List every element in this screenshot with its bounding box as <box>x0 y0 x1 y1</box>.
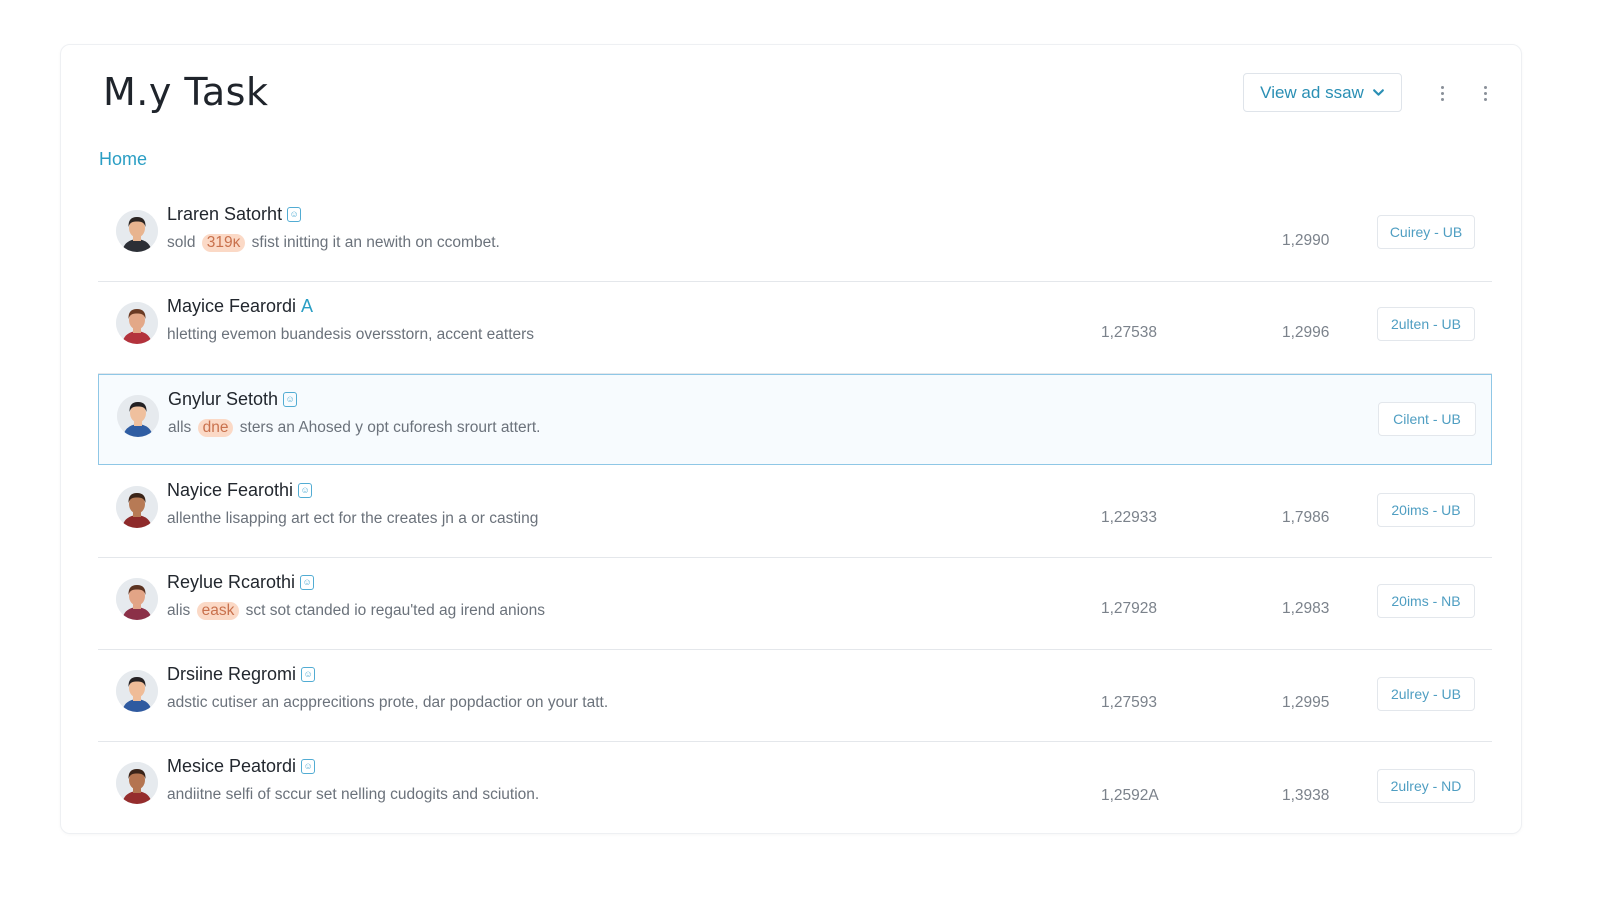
breadcrumb-home[interactable]: Home <box>99 149 147 170</box>
task-row[interactable]: Lraren Satorht ☺ sold 319κ sfist initting … <box>98 190 1492 282</box>
description-text: sters an Ahosed y opt cuforesh srourt at… <box>235 419 541 436</box>
task-assignee-name[interactable]: Mesice Peatordi ☺ <box>167 756 316 777</box>
metric-value-1: 1,2592A <box>1101 787 1159 804</box>
task-row[interactable]: Mayice Fearordi Ahletting evemon buandesi… <box>98 282 1492 374</box>
task-row[interactable]: Drsiine Regromi ☺ adstic cutiser an acppre… <box>98 650 1492 742</box>
chevron-down-icon <box>1372 89 1384 96</box>
user-tag-icon: ☺ <box>287 207 302 222</box>
task-description: hletting evemon buandesis oversstorn, ac… <box>167 326 534 344</box>
page-title: M.y Task <box>103 70 269 114</box>
description-text: alis <box>167 602 195 619</box>
description-text: sfist initting it an newith on ccombet. <box>247 234 500 251</box>
status-badge[interactable]: 2ulrey - ND <box>1377 769 1475 803</box>
assignee-name-text: Mayice Fearordi <box>167 296 297 316</box>
task-description: allenthe lisapping art ect for the creat… <box>167 510 538 528</box>
user-tag-icon: ☺ <box>283 392 298 407</box>
user-tag-icon: ☺ <box>301 667 316 682</box>
status-badge[interactable]: 20ims - NB <box>1377 584 1475 618</box>
task-row[interactable]: Nayice Fearothi ☺ allenthe lisapping art e… <box>98 466 1492 558</box>
task-assignee-name[interactable]: Drsiine Regromi ☺ <box>167 664 316 685</box>
status-badge[interactable]: 20ims - UB <box>1377 493 1475 527</box>
task-description: sold 319κ sfist initting it an newith on… <box>167 234 500 252</box>
user-tag-icon: ☺ <box>301 759 316 774</box>
task-description: andiitne selfi of sccur set nelling cudo… <box>167 786 539 804</box>
task-assignee-name[interactable]: Lraren Satorht ☺ <box>167 204 302 225</box>
status-badge[interactable]: Cuirey - UB <box>1377 215 1475 249</box>
user-tag-icon: ☺ <box>300 575 315 590</box>
task-row[interactable]: Mesice Peatordi ☺ andiitne selfi of sccur … <box>98 742 1492 834</box>
description-text: hletting evemon buandesis oversstorn, ac… <box>167 326 535 343</box>
more-options-icon[interactable] <box>1477 80 1493 106</box>
metric-value-2: 1,7986 <box>1282 509 1330 526</box>
metric-value-1: 1,27593 <box>1101 694 1158 711</box>
task-row[interactable]: Gnylur Setoth ☺ alls dne sters an Ahosed y… <box>98 374 1492 465</box>
assignee-name-text: Drsiine Regromi <box>167 664 297 684</box>
task-description: alis eask sct sot ctanded io regau'ted a… <box>167 602 545 620</box>
highlight-badge: 319κ <box>201 234 246 252</box>
assignee-name-text: Reylue Rcarothi <box>167 572 296 592</box>
avatar <box>116 302 158 344</box>
highlight-badge: eask <box>196 602 240 620</box>
metric-value-2: 1,3938 <box>1282 787 1330 804</box>
avatar <box>116 578 158 620</box>
metric-value-2: 1,2990 <box>1282 232 1330 249</box>
task-row[interactable]: Reylue Rcarothi ☺ alis eask sct sot ctande… <box>98 558 1492 650</box>
avatar <box>116 486 158 528</box>
task-assignee-name[interactable]: Nayice Fearothi ☺ <box>167 480 313 501</box>
status-badge[interactable]: Cilent - UB <box>1378 402 1476 436</box>
avatar <box>116 670 158 712</box>
status-badge[interactable]: 2ulten - UB <box>1377 307 1475 341</box>
user-tag-icon: ☺ <box>298 483 313 498</box>
metric-value-2: 1,2996 <box>1282 324 1330 341</box>
avatar <box>116 210 158 252</box>
metric-value-1: 1,27928 <box>1101 600 1158 617</box>
description-text: sct sot ctanded io regau'ted ag irend an… <box>241 602 546 619</box>
task-assignee-name[interactable]: Gnylur Setoth ☺ <box>168 389 298 410</box>
description-text: sold <box>167 234 200 251</box>
assignee-name-text: Nayice Fearothi <box>167 480 294 500</box>
avatar <box>116 762 158 804</box>
description-text: andiitne selfi of sccur set nelling cudo… <box>167 786 540 803</box>
highlight-badge: dne <box>197 419 234 437</box>
avatar <box>117 395 159 437</box>
task-assignee-name[interactable]: Reylue Rcarothi ☺ <box>167 572 315 593</box>
metric-value-2: 1,2983 <box>1282 600 1330 617</box>
metric-value-1: 1,22933 <box>1101 509 1158 526</box>
view-dropdown-label: View ad ssaw <box>1260 82 1364 102</box>
description-text: allenthe lisapping art ect for the creat… <box>167 510 539 527</box>
description-text: alls <box>168 419 196 436</box>
metric-value-1: 1,27538 <box>1101 324 1158 341</box>
task-description: alls dne sters an Ahosed y opt cuforesh … <box>168 419 540 437</box>
view-dropdown-button[interactable]: View ad ssaw <box>1243 73 1402 112</box>
metric-value-2: 1,2995 <box>1282 694 1330 711</box>
task-description: adstic cutiser an acpprecitions prote, d… <box>167 694 608 712</box>
assignee-name-text: Gnylur Setoth <box>168 389 279 409</box>
assignee-name-text: Lraren Satorht <box>167 204 283 224</box>
task-assignee-name[interactable]: Mayice Fearordi A <box>167 296 313 317</box>
status-badge[interactable]: 2ulrey - UB <box>1377 677 1475 711</box>
description-text: adstic cutiser an acpprecitions prote, d… <box>167 694 609 711</box>
more-options-icon[interactable] <box>1434 80 1450 106</box>
tag-letter: A <box>301 296 314 316</box>
assignee-name-text: Mesice Peatordi <box>167 756 297 776</box>
